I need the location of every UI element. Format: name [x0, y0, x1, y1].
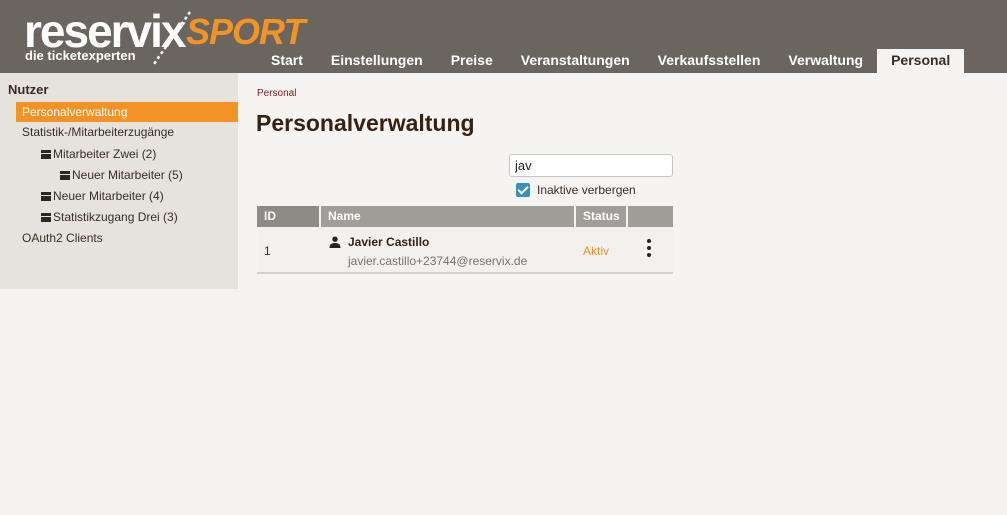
table-header: ID Name Status	[257, 206, 673, 227]
column-header-actions	[628, 206, 673, 227]
row-name[interactable]: Javier Castillo	[348, 235, 429, 249]
nav-tab-preise[interactable]: Preise	[437, 49, 507, 73]
folder-icon	[60, 170, 70, 180]
sidebar-item-label: Mitarbeiter Zwei (2)	[53, 147, 157, 161]
hide-inactive-checkbox[interactable]	[516, 183, 530, 197]
sidebar-item-statistik-mitarbeiterzugaenge[interactable]: Statistik-/Mitarbeiterzugänge	[22, 125, 174, 139]
sidebar: Nutzer Personalverwaltung Statistik-/Mit…	[0, 73, 238, 289]
sidebar-item-oauth2-clients[interactable]: OAuth2 Clients	[22, 231, 103, 245]
sidebar-title: Nutzer	[8, 82, 49, 97]
main-nav: Start Einstellungen Preise Veranstaltung…	[257, 49, 965, 73]
search-input[interactable]	[509, 154, 673, 177]
logo-sport-text: SPORT	[186, 11, 305, 52]
sidebar-item-label: OAuth2 Clients	[22, 231, 103, 245]
sidebar-item-label: Neuer Mitarbeiter (4)	[53, 189, 164, 203]
row-email: javier.castillo+23744@reservix.de	[348, 254, 528, 268]
folder-icon	[41, 212, 51, 222]
hide-inactive-toggle[interactable]: Inaktive verbergen	[516, 183, 636, 197]
sidebar-item-mitarbeiter-zwei[interactable]: Mitarbeiter Zwei (2)	[41, 147, 156, 161]
sidebar-item-personalverwaltung[interactable]: Personalverwaltung	[16, 102, 238, 122]
column-header-id[interactable]: ID	[257, 206, 321, 227]
row-id: 1	[264, 244, 271, 258]
nav-tab-verwaltung[interactable]: Verwaltung	[774, 49, 877, 73]
folder-icon	[41, 191, 51, 201]
sidebar-item-neuer-mitarbeiter-5[interactable]: Neuer Mitarbeiter (5)	[60, 168, 183, 182]
sidebar-item-label: Statistikzugang Drei (3)	[53, 210, 178, 224]
nav-tab-veranstaltungen[interactable]: Veranstaltungen	[507, 49, 644, 73]
nav-tab-einstellungen[interactable]: Einstellungen	[317, 49, 437, 73]
nav-tab-start[interactable]: Start	[257, 49, 317, 73]
column-header-name[interactable]: Name	[321, 206, 576, 227]
row-status-badge[interactable]: Aktiv	[583, 244, 609, 258]
page-title: Personalverwaltung	[256, 110, 475, 136]
nav-tab-personal[interactable]: Personal	[877, 49, 965, 73]
nav-tab-verkaufsstellen[interactable]: Verkaufsstellen	[644, 49, 775, 73]
table-row[interactable]: 1 Javier Castillo javier.castillo+23744@…	[257, 227, 673, 274]
logo-tagline: die ticketexperten	[25, 48, 136, 63]
kebab-menu-icon[interactable]	[644, 239, 654, 261]
sidebar-item-neuer-mitarbeiter-4[interactable]: Neuer Mitarbeiter (4)	[41, 189, 164, 203]
app-header: reservix SPORT die ticketexperten Start …	[0, 0, 1007, 73]
folder-icon	[41, 149, 51, 159]
sidebar-item-label: Neuer Mitarbeiter (5)	[72, 168, 183, 182]
breadcrumb[interactable]: Personal	[257, 88, 296, 99]
personnel-table: ID Name Status 1 Javier Castillo javier.…	[257, 206, 673, 274]
column-header-status[interactable]: Status	[576, 206, 628, 227]
sidebar-item-label: Statistik-/Mitarbeiterzugänge	[22, 125, 175, 139]
user-icon	[329, 236, 341, 248]
sidebar-item-label: Personalverwaltung	[22, 105, 128, 119]
hide-inactive-label: Inaktive verbergen	[537, 183, 636, 197]
sidebar-item-statistikzugang-drei[interactable]: Statistikzugang Drei (3)	[41, 210, 178, 224]
